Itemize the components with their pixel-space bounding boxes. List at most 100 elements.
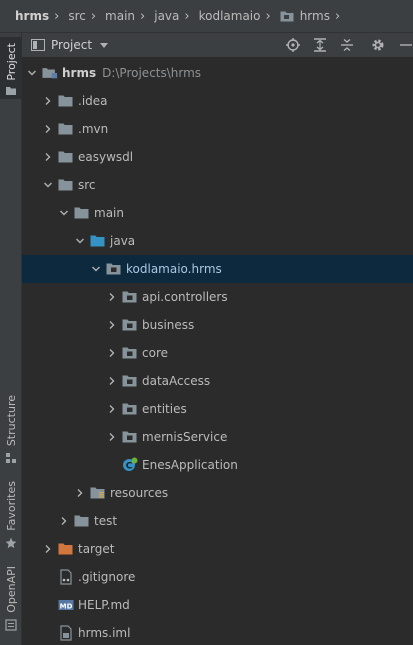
tree-node[interactable]: test [22, 507, 413, 535]
tree-node[interactable]: entities [22, 395, 413, 423]
chevron-down-icon[interactable] [74, 227, 86, 255]
tree-node-label: .gitignore [78, 570, 136, 584]
project-view-label: Project [51, 38, 93, 52]
chevron-right-icon: › [54, 8, 60, 24]
tree-node[interactable]: MD HELP.md [22, 591, 413, 619]
tree-node[interactable]: core [22, 339, 413, 367]
chevron-right-icon[interactable] [42, 143, 54, 171]
tree-node[interactable]: mernisService [22, 423, 413, 451]
package-icon [122, 430, 138, 444]
breadcrumb-label: hrms [299, 9, 330, 23]
tree-node-label: target [78, 542, 115, 556]
chevron-right-icon: › [265, 8, 271, 24]
tree-node[interactable]: resources [22, 479, 413, 507]
chevron-right-icon[interactable] [42, 535, 54, 563]
chevron-right-icon[interactable] [74, 479, 86, 507]
breadcrumb-item[interactable]: main [105, 9, 135, 23]
breadcrumb-item[interactable]: hrms [280, 9, 330, 23]
package-icon [122, 290, 138, 304]
chevron-right-icon[interactable] [106, 423, 118, 451]
tree-node-label: java [110, 234, 136, 248]
tree-node-label: hrms [62, 66, 97, 80]
chevron-right-icon[interactable] [106, 395, 118, 423]
expand-all-icon[interactable] [312, 37, 328, 53]
minimize-icon[interactable] [397, 37, 413, 53]
project-tool-tab[interactable]: Project [0, 37, 22, 99]
package-icon [106, 262, 122, 276]
tree-node-label: dataAccess [142, 374, 211, 388]
tree-node-label: .idea [78, 94, 108, 108]
tree-node-label: main [94, 206, 124, 220]
tree-node-label: business [142, 318, 195, 332]
tree-node[interactable]: hrms.iml [22, 619, 413, 645]
tree-node[interactable]: target [22, 535, 413, 563]
chevron-down-icon[interactable] [90, 255, 102, 283]
package-icon [122, 346, 138, 360]
tree-node[interactable]: .idea [22, 87, 413, 115]
module-path: D:\Projects\hrms [102, 66, 202, 80]
settings-icon[interactable] [370, 37, 386, 53]
structure-icon [6, 453, 16, 464]
chevron-right-icon[interactable] [106, 283, 118, 311]
tree-node[interactable]: java [22, 227, 413, 255]
tree-node[interactable]: kodlamaio.hrms [22, 255, 413, 283]
project-view-selector[interactable]: Project [31, 38, 109, 52]
chevron-right-icon: › [90, 8, 97, 24]
favorites-tool-tab[interactable]: Favorites [0, 481, 22, 549]
chevron-right-icon[interactable] [58, 507, 70, 535]
tree-node[interactable]: api.controllers [22, 283, 413, 311]
tree-node[interactable]: .gitignore [22, 563, 413, 591]
project-tool-window-header: Project [22, 33, 413, 57]
tree-node-label: api.controllers [142, 290, 228, 304]
folder-icon [58, 94, 74, 108]
tree-node-label: entities [142, 402, 187, 416]
package-icon [122, 318, 138, 332]
project-tab-label: Project [4, 43, 18, 81]
breadcrumb-item[interactable]: src [68, 9, 86, 23]
package-icon [122, 374, 138, 388]
chevron-right-icon[interactable] [106, 367, 118, 395]
openapi-icon [5, 619, 17, 631]
chevron-right-icon[interactable] [106, 339, 118, 367]
structure-tool-tab[interactable]: Structure [0, 395, 22, 465]
tree-node[interactable]: .mvn [22, 115, 413, 143]
chevron-right-icon[interactable] [106, 311, 118, 339]
excluded-folder-icon [58, 542, 74, 556]
tree-node[interactable]: dataAccess [22, 367, 413, 395]
chevron-down-icon[interactable] [42, 171, 54, 199]
spring-class-icon: C [122, 457, 138, 472]
chevron-down-icon[interactable] [26, 59, 38, 87]
tree-node-label: hrms.iml [78, 626, 131, 640]
tree-node-label: EnesApplication [142, 458, 238, 472]
tree-node[interactable]: C EnesApplication [22, 451, 413, 479]
breadcrumb-item[interactable]: hrms [15, 9, 49, 23]
breadcrumb-item[interactable]: kodlamaio [199, 9, 261, 23]
chevron-down-icon[interactable] [58, 199, 70, 227]
svg-text:MD: MD [60, 603, 73, 611]
tree-node[interactable]: main [22, 199, 413, 227]
breadcrumb-label: kodlamaio [198, 9, 261, 23]
tree-node-label: HELP.md [78, 598, 130, 612]
breadcrumb-label: java [154, 9, 180, 23]
breadcrumb-item[interactable]: java [154, 9, 179, 23]
locate-icon[interactable] [285, 37, 301, 53]
chevron-right-icon[interactable] [42, 87, 54, 115]
openapi-tool-tab[interactable]: OpenAPI [0, 566, 22, 632]
tree-node[interactable]: business [22, 311, 413, 339]
tree-node[interactable]: src [22, 171, 413, 199]
collapse-all-icon[interactable] [339, 37, 355, 53]
breadcrumb-label: src [68, 9, 86, 23]
chevron-right-icon[interactable] [42, 115, 54, 143]
tree-node-label: kodlamaio.hrms [126, 262, 222, 276]
tree-node-label: src [78, 178, 96, 192]
folder-icon [6, 86, 16, 95]
favorites-tab-label: Favorites [4, 481, 18, 531]
tree-node[interactable]: hrms D:\Projects\hrms [22, 59, 413, 87]
tree-node[interactable]: easywsdl [22, 143, 413, 171]
folder-icon [58, 178, 74, 192]
breadcrumb-label: hrms [15, 9, 50, 23]
